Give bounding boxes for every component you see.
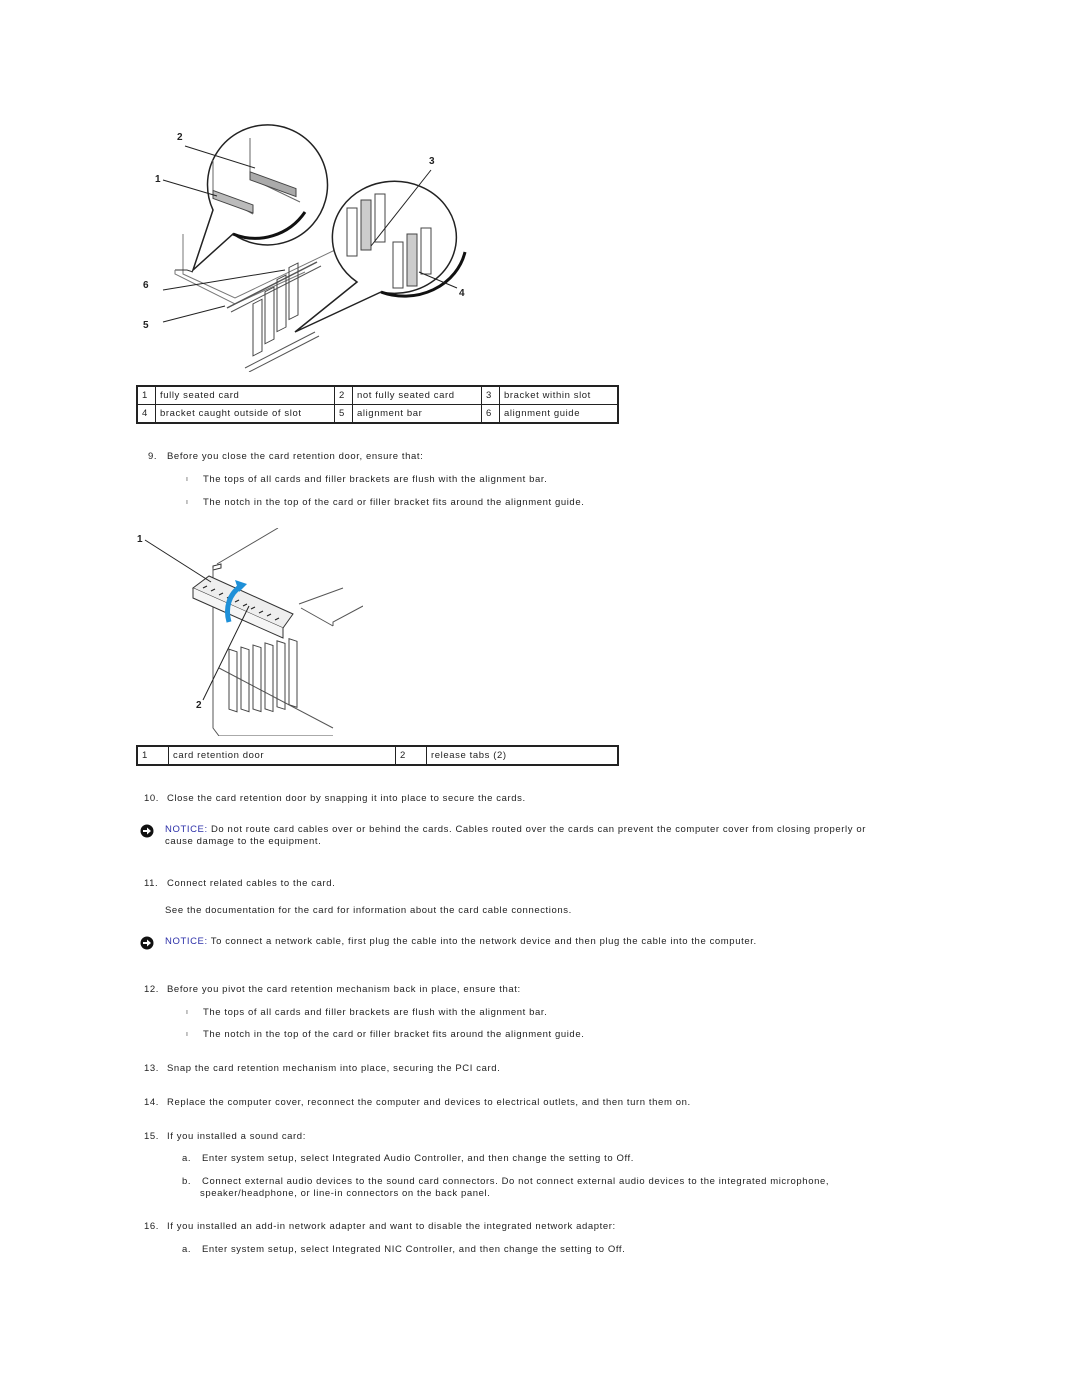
- bullet-item: The tops of all cards and filler bracket…: [203, 474, 548, 485]
- step-number: 12.: [144, 984, 160, 995]
- notice-label: NOTICE:: [165, 824, 208, 835]
- substep-16a: a. Enter system setup, select Integrated …: [182, 1244, 625, 1255]
- step-text: Before you close the card retention door…: [167, 451, 424, 462]
- legend-number: 1: [136, 385, 156, 405]
- step-14: 14. Replace the computer cover, reconnect…: [144, 1097, 691, 1108]
- callout-2: 2: [177, 132, 183, 143]
- step-12: 12. Before you pivot the card retention m…: [144, 984, 521, 995]
- legend-number: 6: [481, 404, 500, 424]
- step-number: 16.: [144, 1221, 160, 1232]
- legend-label: fully seated card: [155, 385, 335, 405]
- step-10: 10. Close the card retention door by snap…: [144, 793, 526, 804]
- callout-5: 5: [143, 320, 149, 331]
- step-16: 16. If you installed an add-in network ad…: [144, 1221, 616, 1232]
- substep-text: Enter system setup, select Integrated NI…: [202, 1244, 626, 1255]
- substep-text: Enter system setup, select Integrated Au…: [202, 1153, 635, 1164]
- notice-text: Do not route card cables over or behind …: [207, 824, 866, 835]
- callout-2: 2: [196, 700, 202, 711]
- legend-number: 4: [136, 404, 156, 424]
- step-text: Snap the card retention mechanism into p…: [167, 1063, 501, 1074]
- step-11: 11. Connect related cables to the card.: [144, 878, 335, 889]
- notice-label: NOTICE:: [165, 936, 208, 947]
- legend-label: alignment guide: [499, 404, 619, 424]
- substep-15b: b. Connect external audio devices to the …: [182, 1176, 829, 1187]
- notice-icon: [140, 824, 154, 838]
- step-number: 11.: [144, 878, 159, 889]
- bullet-item: The notch in the top of the card or fill…: [203, 497, 585, 508]
- bullet-item: The tops of all cards and filler bracket…: [203, 1007, 548, 1018]
- callout-6: 6: [143, 280, 149, 291]
- bullet-icon: ı: [186, 1031, 189, 1038]
- step-number: 13.: [144, 1063, 160, 1074]
- step-15: 15. If you installed a sound card:: [144, 1131, 306, 1142]
- legend-number: 5: [334, 404, 353, 424]
- step-text: Before you pivot the card retention mech…: [167, 984, 521, 995]
- legend-label: not fully seated card: [352, 385, 482, 405]
- bullet-icon: ı: [186, 476, 189, 483]
- legend-number: 2: [334, 385, 353, 405]
- legend-table-2: 1 card retention door 2 release tabs (2): [136, 745, 619, 766]
- step-13: 13. Snap the card retention mechanism int…: [144, 1063, 500, 1074]
- legend-label: card retention door: [168, 745, 396, 766]
- callout-3: 3: [429, 156, 435, 167]
- card-retention-door-illustration: 1 2: [137, 528, 363, 736]
- substep-15a: a. Enter system setup, select Integrated …: [182, 1153, 634, 1164]
- legend-label: release tabs (2): [426, 745, 619, 766]
- step-text: Close the card retention door by snappin…: [167, 793, 526, 804]
- step-number: 14.: [144, 1097, 160, 1108]
- legend-label: bracket caught outside of slot: [155, 404, 335, 424]
- legend-row: 1 fully seated card 2 not fully seated c…: [136, 385, 619, 405]
- step-text: Replace the computer cover, reconnect th…: [167, 1097, 691, 1108]
- legend-number: 1: [136, 745, 169, 766]
- step-number: 9.: [148, 451, 158, 462]
- substep-letter: a.: [182, 1153, 192, 1164]
- notice-text: To connect a network cable, first plug t…: [207, 936, 757, 947]
- bullet-icon: ı: [186, 499, 189, 506]
- legend-label: bracket within slot: [499, 385, 619, 405]
- legend-row: 1 card retention door 2 release tabs (2): [136, 745, 619, 766]
- step-number: 15.: [144, 1131, 160, 1142]
- callout-4: 4: [459, 288, 465, 299]
- notice-1: NOTICE: Do not route card cables over or…: [165, 824, 866, 835]
- card-seating-illustration: 1 2 3 4 5 6: [143, 124, 467, 372]
- step-number: 10.: [144, 793, 160, 804]
- legend-number: 3: [481, 385, 500, 405]
- bullet-item: The notch in the top of the card or fill…: [203, 1029, 585, 1040]
- step-text: If you installed a sound card:: [167, 1131, 306, 1142]
- substep-letter: b.: [182, 1176, 192, 1187]
- notice-2: NOTICE: To connect a network cable, firs…: [165, 936, 757, 947]
- legend-row: 4 bracket caught outside of slot 5 align…: [136, 404, 619, 424]
- substep-letter: a.: [182, 1244, 192, 1255]
- step-text: If you installed an add-in network adapt…: [167, 1221, 616, 1232]
- step-9: 9. Before you close the card retention do…: [148, 451, 423, 462]
- callout-1: 1: [137, 534, 143, 545]
- legend-number: 2: [395, 745, 427, 766]
- step-11-detail: See the documentation for the card for i…: [165, 905, 572, 916]
- substep-15b-continued: speaker/headphone, or line-in connectors…: [200, 1188, 491, 1199]
- notice-1-continued: cause damage to the equipment.: [165, 836, 322, 847]
- notice-icon: [140, 936, 154, 950]
- substep-text: Connect external audio devices to the so…: [202, 1176, 830, 1187]
- callout-1: 1: [155, 174, 161, 185]
- legend-label: alignment bar: [352, 404, 482, 424]
- legend-table-1: 1 fully seated card 2 not fully seated c…: [136, 385, 619, 424]
- step-text: Connect related cables to the card.: [167, 878, 336, 889]
- bullet-icon: ı: [186, 1009, 189, 1016]
